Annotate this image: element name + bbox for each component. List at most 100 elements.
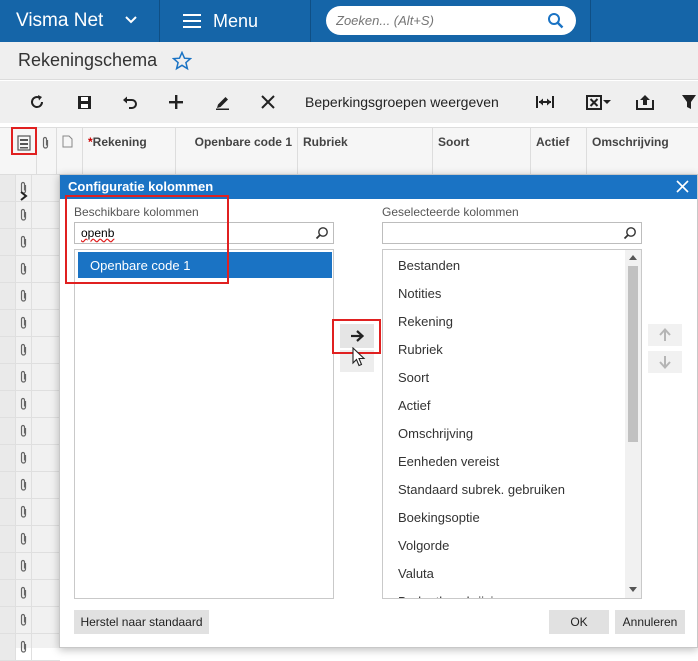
paperclip-icon[interactable] <box>16 283 32 309</box>
search-input[interactable] <box>336 13 536 28</box>
scrollbar[interactable] <box>625 250 641 598</box>
table-row[interactable] <box>0 337 60 364</box>
cancel-button[interactable]: Annuleren <box>615 610 685 634</box>
paperclip-icon[interactable] <box>16 391 32 417</box>
close-icon[interactable] <box>676 180 689 193</box>
row-selector[interactable] <box>0 418 16 444</box>
paperclip-icon[interactable] <box>16 418 32 444</box>
row-selector[interactable] <box>0 337 16 363</box>
table-row[interactable] <box>0 364 60 391</box>
paperclip-icon[interactable] <box>16 445 32 471</box>
paperclip-icon[interactable] <box>16 229 32 255</box>
reset-default-button[interactable]: Herstel naar standaard <box>74 610 209 634</box>
undo-button[interactable] <box>120 91 140 113</box>
column-header-openbare-code[interactable]: Openbare code 1 <box>176 128 298 174</box>
selected-column-item[interactable]: Bestanden <box>398 258 460 273</box>
row-selector[interactable] <box>0 445 16 471</box>
paperclip-icon[interactable] <box>16 607 32 633</box>
table-row[interactable] <box>0 391 60 418</box>
row-selector[interactable] <box>0 553 16 579</box>
row-selector[interactable] <box>0 202 16 228</box>
selected-column-item[interactable]: Omschrijving <box>398 426 473 441</box>
add-button[interactable] <box>166 91 186 113</box>
table-row[interactable] <box>0 607 60 634</box>
filter-button[interactable] <box>680 91 698 113</box>
paperclip-icon[interactable] <box>16 553 32 579</box>
row-selector[interactable] <box>0 607 16 633</box>
table-row[interactable] <box>0 526 60 553</box>
row-selector[interactable] <box>0 364 16 390</box>
selected-column-item[interactable]: Valuta <box>398 566 434 581</box>
move-down-button[interactable] <box>648 351 682 373</box>
paperclip-icon[interactable] <box>16 364 32 390</box>
row-selector[interactable] <box>0 391 16 417</box>
row-selector[interactable] <box>0 229 16 255</box>
row-selector[interactable] <box>0 175 16 201</box>
paperclip-icon[interactable] <box>16 337 32 363</box>
export-excel-button[interactable] <box>582 91 616 113</box>
global-search[interactable] <box>326 6 576 35</box>
edit-button[interactable] <box>212 91 232 113</box>
table-row[interactable] <box>0 553 60 580</box>
row-selector[interactable] <box>0 310 16 336</box>
table-row[interactable] <box>0 310 60 337</box>
selected-column-item[interactable]: Soort <box>398 370 429 385</box>
column-header-soort[interactable]: Soort <box>433 128 531 174</box>
selected-search-input[interactable] <box>382 222 642 244</box>
menu-button[interactable]: Menu <box>161 0 311 42</box>
row-selector[interactable] <box>0 472 16 498</box>
search-icon[interactable] <box>315 226 329 240</box>
fit-columns-button[interactable] <box>535 91 555 113</box>
search-icon[interactable] <box>623 226 637 240</box>
paperclip-icon[interactable] <box>16 526 32 552</box>
selected-column-item[interactable]: Boekingsoptie <box>398 510 480 525</box>
column-header-rekening[interactable]: *Rekening <box>83 128 176 174</box>
company-switcher[interactable]: Visma Net <box>0 0 160 42</box>
paperclip-icon[interactable] <box>16 256 32 282</box>
column-header-rubriek[interactable]: Rubriek <box>298 128 433 174</box>
selected-column-item[interactable]: Volgorde <box>398 538 449 553</box>
selected-column-item[interactable]: Notities <box>398 286 441 301</box>
paperclip-icon[interactable] <box>16 580 32 606</box>
table-row[interactable] <box>0 445 60 472</box>
row-selector[interactable] <box>0 526 16 552</box>
upload-button[interactable] <box>634 91 656 113</box>
table-row[interactable] <box>0 418 60 445</box>
table-row[interactable] <box>0 175 60 202</box>
scroll-down-icon[interactable] <box>629 587 637 593</box>
table-row[interactable] <box>0 580 60 607</box>
scroll-up-icon[interactable] <box>629 254 637 260</box>
refresh-button[interactable] <box>27 91 47 113</box>
selected-column-item[interactable]: Standaard subrek. gebruiken <box>398 482 565 497</box>
save-button[interactable] <box>74 91 94 113</box>
table-row[interactable] <box>0 283 60 310</box>
selected-column-item[interactable]: Actief <box>398 398 431 413</box>
column-header-omschrijving[interactable]: Omschrijving <box>587 128 698 174</box>
delete-button[interactable] <box>258 91 278 113</box>
selected-column-item[interactable]: Rubriek <box>398 342 443 357</box>
search-icon[interactable] <box>547 12 564 29</box>
star-icon[interactable] <box>172 51 192 71</box>
row-selector[interactable] <box>0 499 16 525</box>
selected-column-item[interactable]: Rekening <box>398 314 453 329</box>
move-up-button[interactable] <box>648 324 682 346</box>
row-selector[interactable] <box>0 283 16 309</box>
paperclip-icon[interactable] <box>16 202 32 228</box>
row-selector[interactable] <box>0 634 16 660</box>
paperclip-icon[interactable] <box>16 499 32 525</box>
scroll-thumb[interactable] <box>628 266 638 442</box>
paperclip-icon[interactable] <box>16 472 32 498</box>
row-selector[interactable] <box>0 580 16 606</box>
paperclip-icon[interactable] <box>16 310 32 336</box>
column-header-actief[interactable]: Actief <box>531 128 587 174</box>
table-row[interactable] <box>0 202 60 229</box>
table-row[interactable] <box>0 229 60 256</box>
restrict-groups-button[interactable]: Beperkingsgroepen weergeven <box>305 91 499 113</box>
selected-column-item[interactable]: Budgetbeschrijving <box>398 594 508 598</box>
table-row[interactable] <box>0 256 60 283</box>
paperclip-icon[interactable] <box>16 634 32 660</box>
table-row[interactable] <box>0 472 60 499</box>
selected-column-item[interactable]: Eenheden vereist <box>398 454 499 469</box>
row-selector[interactable] <box>0 256 16 282</box>
table-row[interactable] <box>0 499 60 526</box>
